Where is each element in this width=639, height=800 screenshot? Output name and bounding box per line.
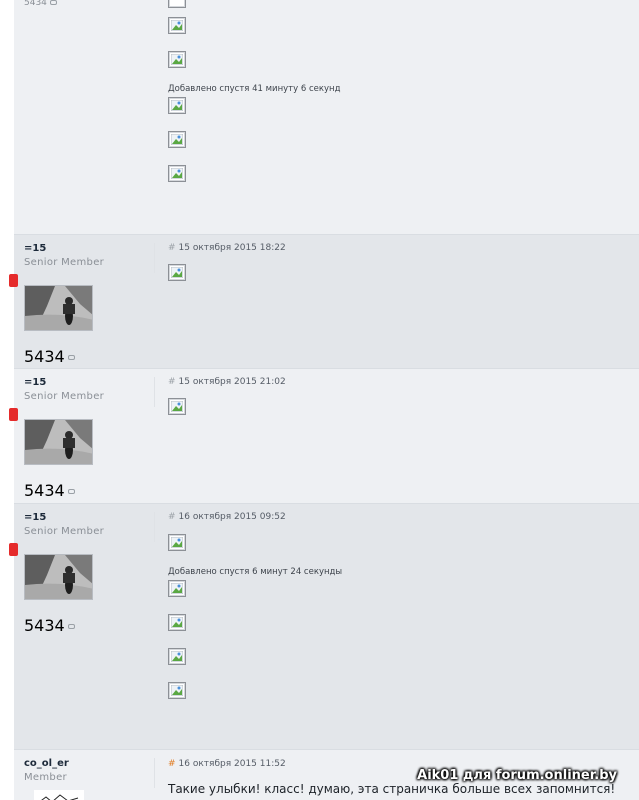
author-rank: Member [24, 772, 67, 783]
image-placeholder-icon [171, 100, 183, 111]
divider [154, 512, 155, 542]
post-author: =15 Senior Member [24, 377, 154, 402]
motorcycle-avatar-image [25, 286, 92, 330]
post: =15 Senior Member 5434 #15 октября 2015 … [9, 235, 639, 369]
broken-image[interactable] [168, 580, 186, 597]
comment-icon [67, 489, 75, 494]
online-status-marker [9, 408, 18, 421]
post-count-value: 5434 [24, 481, 65, 500]
post-meta: #15 октября 2015 18:22 [168, 243, 286, 253]
post-text: Такие улыбки! класс! думаю, эта страничк… [168, 782, 616, 796]
post-count-value: 5434 [24, 0, 47, 8]
broken-image[interactable] [168, 264, 186, 281]
image-placeholder-icon [171, 54, 183, 65]
online-status-marker [9, 274, 18, 287]
image-placeholder-icon [171, 168, 183, 179]
post: =15 Senior Member 5434 #16 октября 2015 … [9, 504, 639, 750]
broken-image[interactable] [168, 0, 186, 8]
post-meta: #16 октября 2015 09:52 [168, 512, 286, 522]
broken-image[interactable] [168, 614, 186, 631]
post-count-value: 5434 [24, 347, 65, 366]
author-rank: Senior Member [24, 391, 105, 402]
broken-image[interactable] [168, 648, 186, 665]
post-author: co_ol_er Member [24, 758, 154, 783]
post-meta: #16 октября 2015 11:52 [168, 759, 286, 769]
post-permalink[interactable]: # [168, 377, 176, 387]
motorcycle-avatar-image [25, 420, 92, 464]
avatar[interactable] [34, 790, 84, 800]
image-placeholder-icon [171, 134, 183, 145]
image-placeholder-icon [171, 267, 183, 278]
post-permalink[interactable]: # [168, 759, 176, 769]
image-placeholder-icon [171, 685, 183, 696]
image-placeholder-icon [171, 401, 183, 412]
avatar[interactable] [24, 419, 93, 465]
comment-icon [49, 0, 57, 5]
online-status-marker [9, 543, 18, 556]
post-date: 15 октября 2015 18:22 [178, 243, 286, 253]
broken-image[interactable] [168, 398, 186, 415]
post-permalink[interactable]: # [168, 243, 176, 253]
author-nick[interactable]: =15 [24, 243, 154, 254]
post-author: =15 Senior Member [24, 512, 154, 537]
comment-icon [67, 624, 75, 629]
post-top: 5434 Добавлено спустя 41 минуту 6 секунд [14, 0, 639, 235]
post-count-value: 5434 [24, 616, 65, 635]
image-placeholder-icon [171, 20, 183, 31]
post: =15 Senior Member 5434 #15 октября 2015 … [9, 369, 639, 504]
comment-icon [67, 355, 75, 360]
sketch-avatar-image [41, 794, 79, 800]
author-nick[interactable]: =15 [24, 512, 154, 523]
post-count[interactable]: 5434 [24, 0, 57, 8]
avatar[interactable] [24, 554, 93, 600]
watermark: Aik01 для forum.onliner.by [417, 768, 617, 783]
left-gutter [0, 0, 14, 800]
post-count[interactable]: 5434 [24, 616, 154, 635]
added-later-note: Добавлено спустя 6 минут 24 секунды [168, 567, 343, 577]
broken-image[interactable] [168, 682, 186, 699]
broken-image[interactable] [168, 534, 186, 551]
added-later-note: Добавлено спустя 41 минуту 6 секунд [168, 84, 341, 94]
image-placeholder-icon [171, 617, 183, 628]
broken-image[interactable] [168, 131, 186, 148]
author-rank: Senior Member [24, 257, 105, 268]
broken-image[interactable] [168, 17, 186, 34]
post-date: 15 октября 2015 21:02 [178, 377, 286, 387]
divider [154, 377, 155, 407]
post-date: 16 октября 2015 11:52 [178, 759, 286, 769]
avatar[interactable] [24, 285, 93, 331]
image-placeholder-icon [171, 583, 183, 594]
broken-image[interactable] [168, 97, 186, 114]
post-date: 16 октября 2015 09:52 [178, 512, 286, 522]
image-placeholder-icon [171, 537, 183, 548]
post-count[interactable]: 5434 [24, 347, 154, 366]
post-permalink[interactable]: # [168, 512, 176, 522]
motorcycle-avatar-image [25, 555, 92, 599]
post-meta: #15 октября 2015 21:02 [168, 377, 286, 387]
author-rank: Senior Member [24, 526, 105, 537]
divider [154, 758, 155, 788]
post-count[interactable]: 5434 [24, 481, 154, 500]
image-placeholder-icon [171, 651, 183, 662]
author-nick[interactable]: =15 [24, 377, 154, 388]
divider [154, 243, 155, 273]
broken-image[interactable] [168, 51, 186, 68]
post-author: =15 Senior Member [24, 243, 154, 268]
broken-image[interactable] [168, 165, 186, 182]
author-nick[interactable]: co_ol_er [24, 758, 154, 769]
